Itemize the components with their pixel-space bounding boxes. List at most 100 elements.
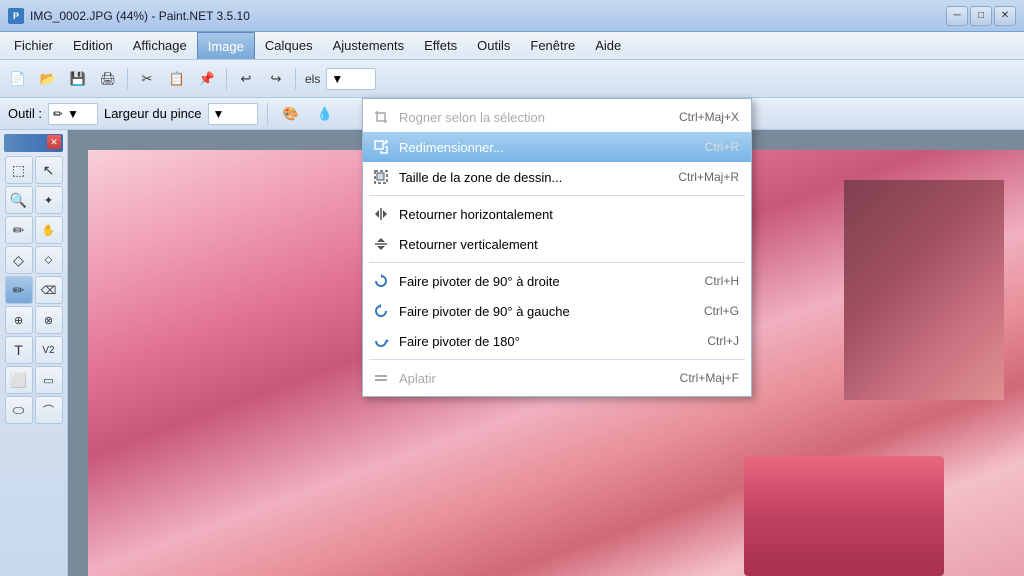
brush-tool[interactable]: ✏ — [5, 276, 33, 304]
pivoter-180-label: Faire pivoter de 180° — [399, 334, 699, 349]
copy-button[interactable]: 📋 — [163, 65, 191, 93]
rogner-label: Rogner selon la sélection — [399, 110, 671, 125]
menu-pivoter-gauche[interactable]: Faire pivoter de 90° à gauche Ctrl+G — [363, 296, 751, 326]
menu-sep-1 — [369, 195, 745, 196]
window-title: IMG_0002.JPG (44%) - Paint.NET 3.5.10 — [30, 9, 250, 23]
menu-taille-zone[interactable]: Taille de la zone de dessin... Ctrl+Maj+… — [363, 162, 751, 192]
tool-row-4: ◇ ⬦ — [4, 246, 63, 274]
new-button[interactable]: 📄 — [4, 65, 32, 93]
toolbar-separator-3 — [295, 68, 296, 90]
tool-row-1: ⬚ ↖ — [4, 156, 63, 184]
menu-pivoter-droite[interactable]: Faire pivoter de 90° à droite Ctrl+H — [363, 266, 751, 296]
window-controls: ─ □ ✕ — [946, 6, 1016, 26]
color-picker-button[interactable]: 💧 — [311, 100, 339, 128]
toolbox-panel: ✕ ⬚ ↖ 🔍 ✦ ✏ ✋ ◇ ⬦ ✏ ⌫ ⊕ ⊗ T V2 — [0, 130, 68, 576]
print-button[interactable]: 🖨 — [94, 65, 122, 93]
aplatir-label: Aplatir — [399, 371, 672, 386]
pivoter-gauche-icon — [371, 301, 391, 321]
menu-ajustements[interactable]: Ajustements — [323, 32, 415, 59]
retourner-h-icon — [371, 204, 391, 224]
stamp-tool[interactable]: ⊗ — [35, 306, 63, 334]
menu-effets[interactable]: Effets — [414, 32, 467, 59]
tool-row-3: ✏ ✋ — [4, 216, 63, 244]
menu-redimensionner[interactable]: Redimensionner... Ctrl+R — [363, 132, 751, 162]
menu-affichage[interactable]: Affichage — [123, 32, 197, 59]
main-toolbar: 📄 📂 💾 🖨 ✂ 📋 📌 ↩ ↪ els ▼ — [0, 60, 1024, 98]
tool-selector[interactable]: ✏ ▼ — [48, 103, 98, 125]
retourner-v-icon — [371, 234, 391, 254]
move-tool[interactable]: ↖ — [35, 156, 63, 184]
taille-zone-icon — [371, 167, 391, 187]
app-icon: P — [8, 8, 24, 24]
pencil-tool[interactable]: ✏ — [5, 216, 33, 244]
cut-button[interactable]: ✂ — [133, 65, 161, 93]
menu-sep-2 — [369, 262, 745, 263]
toolbox-header: ✕ — [4, 134, 63, 152]
toolbar-separator-1 — [127, 68, 128, 90]
pivoter-gauche-label: Faire pivoter de 90° à gauche — [399, 304, 696, 319]
pivoter-180-icon — [371, 331, 391, 351]
brush-width-label: Largeur du pince — [104, 106, 202, 121]
clone-tool[interactable]: ⊕ — [5, 306, 33, 334]
save-button[interactable]: 💾 — [64, 65, 92, 93]
undo-button[interactable]: ↩ — [232, 65, 260, 93]
menu-fichier[interactable]: Fichier — [4, 32, 63, 59]
aplatir-icon — [371, 368, 391, 388]
hand-tool[interactable]: ✋ — [35, 216, 63, 244]
rogner-shortcut: Ctrl+Maj+X — [679, 110, 739, 124]
menu-outils[interactable]: Outils — [467, 32, 520, 59]
redimensionner-shortcut: Ctrl+R — [705, 140, 739, 154]
paste-button[interactable]: 📌 — [193, 65, 221, 93]
color-blend-button[interactable]: 🎨 — [277, 100, 305, 128]
redo-button[interactable]: ↪ — [262, 65, 290, 93]
menu-aplatir[interactable]: Aplatir Ctrl+Maj+F — [363, 363, 751, 393]
tool-row-9: ⬭ ⌒ — [4, 396, 63, 424]
curve-tool[interactable]: ⌒ — [35, 396, 63, 424]
menu-image[interactable]: Image — [197, 32, 255, 59]
menu-rogner[interactable]: Rogner selon la sélection Ctrl+Maj+X — [363, 102, 751, 132]
menu-pivoter-180[interactable]: Faire pivoter de 180° Ctrl+J — [363, 326, 751, 356]
pivoter-droite-shortcut: Ctrl+H — [705, 274, 739, 288]
menu-edition[interactable]: Edition — [63, 32, 123, 59]
retourner-h-label: Retourner horizontalement — [399, 207, 731, 222]
tool-row-6: ⊕ ⊗ — [4, 306, 63, 334]
tool-row-5: ✏ ⌫ — [4, 276, 63, 304]
tool-row-2: 🔍 ✦ — [4, 186, 63, 214]
redimensionner-icon — [371, 137, 391, 157]
v12-tool[interactable]: V2 — [35, 336, 63, 364]
image-dropdown-menu: Rogner selon la sélection Ctrl+Maj+X Red… — [362, 98, 752, 397]
menu-sep-3 — [369, 359, 745, 360]
minimize-button[interactable]: ─ — [946, 6, 968, 26]
retourner-v-label: Retourner verticalement — [399, 237, 731, 252]
ellipse-tool[interactable]: ⬭ — [5, 396, 33, 424]
close-button[interactable]: ✕ — [994, 6, 1016, 26]
open-button[interactable]: 📂 — [34, 65, 62, 93]
pivoter-gauche-shortcut: Ctrl+G — [704, 304, 739, 318]
aplatir-shortcut: Ctrl+Maj+F — [680, 371, 739, 385]
tool-row-8: ⬜ ▭ — [4, 366, 63, 394]
menu-calques[interactable]: Calques — [255, 32, 323, 59]
toolbar-separator-2 — [226, 68, 227, 90]
fill-tool[interactable]: ⬦ — [35, 246, 63, 274]
tool-label: Outil : — [8, 106, 42, 121]
round-rect-tool[interactable]: ▭ — [35, 366, 63, 394]
menu-retourner-v[interactable]: Retourner verticalement — [363, 229, 751, 259]
rectangle-select-tool[interactable]: ⬚ — [5, 156, 33, 184]
brush-width-dropdown[interactable]: ▼ — [208, 103, 258, 125]
menu-bar: Fichier Edition Affichage Image Calques … — [0, 32, 1024, 60]
magic-wand-tool[interactable]: ✦ — [35, 186, 63, 214]
toolbox-close-button[interactable]: ✕ — [47, 135, 61, 149]
diamond-tool[interactable]: ◇ — [5, 246, 33, 274]
zoom-tool[interactable]: 🔍 — [5, 186, 33, 214]
eraser-tool[interactable]: ⌫ — [35, 276, 63, 304]
layers-dropdown[interactable]: ▼ — [326, 68, 376, 90]
tool-opt-sep — [267, 103, 268, 125]
rect-shape-tool[interactable]: ⬜ — [5, 366, 33, 394]
menu-aide[interactable]: Aide — [585, 32, 631, 59]
maximize-button[interactable]: □ — [970, 6, 992, 26]
text-tool[interactable]: T — [5, 336, 33, 364]
pivoter-droite-icon — [371, 271, 391, 291]
menu-retourner-h[interactable]: Retourner horizontalement — [363, 199, 751, 229]
menu-fenetre[interactable]: Fenêtre — [520, 32, 585, 59]
title-bar: P IMG_0002.JPG (44%) - Paint.NET 3.5.10 … — [0, 0, 1024, 32]
